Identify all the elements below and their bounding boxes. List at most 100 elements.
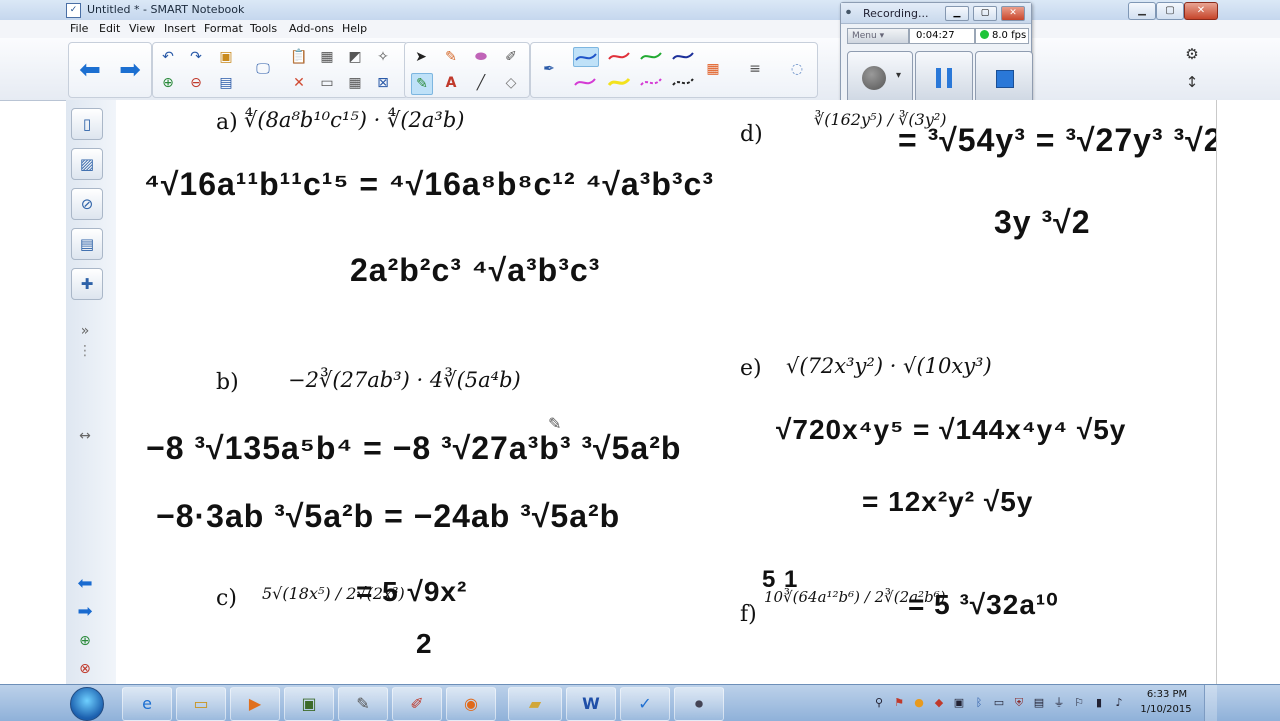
- page-sorter-icon[interactable]: ▯: [71, 108, 103, 140]
- maximize-button[interactable]: ▢: [1156, 2, 1184, 20]
- gallery-icon[interactable]: ▨: [71, 148, 103, 180]
- internet-explorer-icon[interactable]: e: [122, 687, 172, 721]
- smart-notebook-icon[interactable]: ✓: [620, 687, 670, 721]
- pen-properties-icon[interactable]: ✒: [539, 59, 559, 79]
- back-arrow-icon[interactable]: ⬅: [75, 55, 105, 85]
- tray-security-icon[interactable]: ⚑: [892, 696, 906, 710]
- show-hide-icon[interactable]: ▭: [317, 73, 337, 93]
- toolbar-position-icon[interactable]: ↕: [1182, 72, 1202, 92]
- menu-addons[interactable]: Add-ons: [289, 22, 334, 35]
- media-player-icon[interactable]: ▶: [230, 687, 280, 721]
- pen-style-yellow[interactable]: [607, 73, 631, 91]
- eraser-icon[interactable]: ⬬: [471, 47, 491, 67]
- line-style-icon[interactable]: ≡: [745, 59, 765, 79]
- pens-icon[interactable]: ✎: [411, 73, 433, 95]
- whiteboard-canvas[interactable]: a) ∜(8a⁸b¹⁰c¹⁵) · ∜(2a³b) ⁴√16a¹¹b¹¹c¹⁵ …: [116, 100, 1216, 684]
- tray-usb-icon[interactable]: ⏚: [1052, 696, 1066, 710]
- tray-volume-icon[interactable]: ♪: [1112, 696, 1126, 710]
- magic-pen-icon[interactable]: ✧: [373, 47, 393, 67]
- tray-bluetooth-icon[interactable]: ᛒ: [972, 696, 986, 710]
- tray-antivirus-icon[interactable]: ◆: [932, 696, 946, 710]
- recording-minimize-button[interactable]: ▁: [945, 6, 969, 21]
- tray-power-icon[interactable]: ▮: [1092, 696, 1106, 710]
- show-desktop-button[interactable]: [1204, 685, 1217, 721]
- pen-style-blue[interactable]: [573, 47, 599, 67]
- recording-menu-dropdown[interactable]: Menu ▾: [847, 28, 909, 44]
- menu-file[interactable]: File: [70, 22, 88, 35]
- redo-icon[interactable]: ↷: [186, 47, 206, 67]
- menu-format[interactable]: Format: [204, 22, 243, 35]
- paste-icon[interactable]: 📋: [289, 47, 309, 67]
- attachments-icon[interactable]: ⊘: [71, 188, 103, 220]
- pen-style-navy[interactable]: [671, 47, 695, 65]
- creative-pen-icon[interactable]: ✐: [501, 47, 521, 67]
- close-button[interactable]: ✕: [1184, 2, 1218, 20]
- pen-style-black-dashed[interactable]: [671, 73, 695, 91]
- screen-shade-icon[interactable]: ◩: [345, 47, 365, 67]
- minecraft-icon[interactable]: ▣: [284, 687, 334, 721]
- table-icon[interactable]: ▦: [345, 73, 365, 93]
- recording-close-button[interactable]: ✕: [1001, 6, 1025, 21]
- previous-page-icon[interactable]: ⬅: [72, 574, 98, 594]
- pen-style-pink-dashed[interactable]: [639, 73, 663, 91]
- settings-gear-icon[interactable]: ⚙: [1182, 44, 1202, 64]
- menu-edit[interactable]: Edit: [99, 22, 120, 35]
- tray-update-icon[interactable]: ●: [912, 696, 926, 710]
- record-button[interactable]: ▾: [847, 51, 913, 105]
- notepad-app-icon[interactable]: ✎: [338, 687, 388, 721]
- pen-style-red[interactable]: [607, 47, 631, 65]
- file-explorer-icon[interactable]: ▭: [176, 687, 226, 721]
- next-page-icon[interactable]: ➡: [72, 602, 98, 622]
- tray-shield-icon[interactable]: ⛨: [1012, 696, 1026, 710]
- pen-style-magenta[interactable]: [573, 73, 597, 91]
- menu-insert[interactable]: Insert: [164, 22, 196, 35]
- collapse-panel-icon[interactable]: »: [74, 320, 96, 342]
- tray-flag-icon[interactable]: ⚐: [1072, 696, 1086, 710]
- tray-display-icon[interactable]: ▭: [992, 696, 1006, 710]
- open-folder-icon[interactable]: ▣: [216, 47, 236, 67]
- recorder-taskbar-icon[interactable]: ⏺: [674, 687, 724, 721]
- screen-capture-icon[interactable]: ▦: [317, 47, 337, 67]
- forward-arrow-icon[interactable]: ➡: [115, 55, 145, 85]
- folder-icon[interactable]: ▰: [508, 687, 562, 721]
- properties-icon[interactable]: ▤: [71, 228, 103, 260]
- color-palette-icon[interactable]: ▦: [703, 59, 723, 79]
- pen-tool-icon[interactable]: ✎: [441, 47, 461, 67]
- grip-icon[interactable]: ⋮: [74, 340, 96, 362]
- menu-tools[interactable]: Tools: [250, 22, 277, 35]
- menu-help[interactable]: Help: [342, 22, 367, 35]
- shape-eraser-icon[interactable]: ◇: [501, 73, 521, 93]
- menu-view[interactable]: View: [129, 22, 155, 35]
- addons-icon[interactable]: ✚: [71, 268, 103, 300]
- fill-effects-icon[interactable]: ◌: [787, 59, 807, 79]
- pen-style-green[interactable]: [639, 47, 663, 65]
- add-page-icon[interactable]: ⊕: [158, 73, 178, 93]
- add-page-side-icon[interactable]: ⊕: [74, 630, 96, 652]
- text-icon[interactable]: A: [441, 73, 461, 93]
- line-icon[interactable]: ╱: [471, 73, 491, 93]
- recording-maximize-button[interactable]: ▢: [973, 6, 997, 21]
- undo-icon[interactable]: ↶: [158, 47, 178, 67]
- chevron-down-icon[interactable]: ▾: [896, 70, 901, 81]
- word-icon[interactable]: W: [566, 687, 616, 721]
- tray-network-icon[interactable]: ⚲: [872, 696, 886, 710]
- resize-panel-icon[interactable]: ↔: [74, 425, 96, 447]
- paint-icon[interactable]: ✐: [392, 687, 442, 721]
- tray-monitor-icon[interactable]: ▤: [1032, 696, 1046, 710]
- start-button[interactable]: [70, 687, 104, 721]
- save-icon[interactable]: ▤: [216, 73, 236, 93]
- stop-button[interactable]: [975, 51, 1033, 105]
- delete-icon[interactable]: ✕: [289, 73, 309, 93]
- fullscreen-icon[interactable]: ⊠: [373, 73, 393, 93]
- display-icon[interactable]: 🖵: [253, 59, 273, 79]
- delete-page-side-icon[interactable]: ⊗: [74, 658, 96, 680]
- delete-page-icon[interactable]: ⊖: [186, 73, 206, 93]
- tray-device-icon[interactable]: ▣: [952, 696, 966, 710]
- firefox-icon[interactable]: ◉: [446, 687, 496, 721]
- clock-date[interactable]: 1/10/2015: [1136, 704, 1196, 715]
- clock-time[interactable]: 6:33 PM: [1142, 689, 1192, 700]
- pause-button[interactable]: [915, 51, 973, 105]
- pointer-icon[interactable]: ➤: [411, 47, 431, 67]
- problem-c-label: c): [216, 586, 237, 611]
- minimize-button[interactable]: ▁: [1128, 2, 1156, 20]
